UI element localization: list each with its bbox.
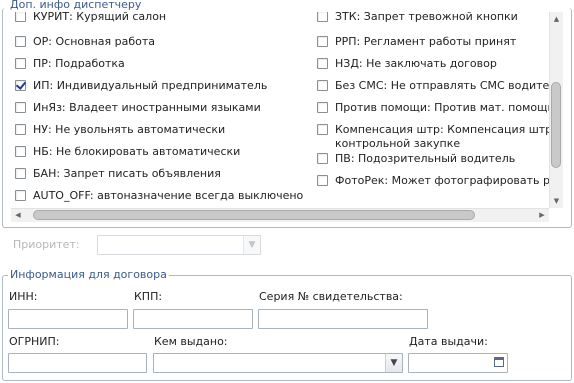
flag-label: НУ: Не увольнять автоматически — [33, 123, 226, 136]
flag-nu[interactable]: НУ: Не увольнять автоматически — [15, 123, 225, 137]
priority-select: ▼ — [97, 235, 261, 255]
flag-rrp[interactable]: РРП: Регламент работы принят — [317, 35, 516, 49]
flag-ban[interactable]: БАН: Запрет писать объявления — [15, 167, 221, 181]
scroll-right-icon[interactable]: ▶ — [535, 209, 549, 222]
issue-date-label: Дата выдачи: — [409, 335, 488, 348]
flag-label: Без СМС: Не отправлять СМС водите — [335, 79, 549, 92]
flag-label: РРП: Регламент работы принят — [335, 35, 517, 48]
checkbox[interactable] — [15, 102, 26, 113]
horizontal-scroll-thumb[interactable] — [33, 210, 475, 220]
checkbox[interactable] — [317, 58, 328, 69]
checkbox[interactable] — [317, 124, 328, 135]
flag-bez-sms[interactable]: Без СМС: Не отправлять СМС водите — [317, 79, 549, 93]
scroll-up-icon[interactable]: ▲ — [550, 12, 563, 26]
flag-label: ОР: Основная работа — [33, 35, 156, 48]
checkbox[interactable] — [15, 168, 26, 179]
flag-label: НЗД: Не заключать договор — [335, 57, 497, 70]
scroll-left-icon[interactable]: ◀ — [11, 209, 25, 222]
issue-date-input[interactable] — [408, 353, 508, 373]
checkbox[interactable] — [317, 36, 328, 47]
checkbox[interactable] — [317, 153, 328, 164]
calendar-icon[interactable] — [492, 355, 506, 371]
dispatcher-info-fieldset: Доп. инфо диспетчеру КУРИТ: Курящий сало… — [2, 0, 572, 228]
flag-pr[interactable]: ПР: Подработка — [15, 57, 125, 71]
flag-label: ПВ: Подозрительный водитель — [335, 152, 516, 165]
flag-ztk[interactable]: ЗТК: Запрет тревожной кнопки — [317, 12, 518, 24]
scroll-down-icon[interactable]: ▼ — [550, 194, 563, 208]
chevron-down-icon[interactable]: ▼ — [385, 354, 402, 372]
flag-label: НБ: Не блокировать автоматически — [33, 145, 241, 158]
vertical-scroll-thumb[interactable] — [551, 82, 561, 168]
flag-ip[interactable]: ИП: Индивидуальный предприниматель — [15, 79, 267, 93]
flag-kurit[interactable]: КУРИТ: Курящий салон — [15, 12, 166, 24]
flag-label: КУРИТ: Курящий салон — [33, 12, 167, 23]
flag-nzd[interactable]: НЗД: Не заключать договор — [317, 57, 497, 71]
flag-nb[interactable]: НБ: Не блокировать автоматически — [15, 145, 240, 159]
vertical-scrollbar[interactable]: ▲ ▼ — [549, 12, 563, 208]
flag-label: ПР: Подработка — [33, 57, 125, 70]
flag-protiv-pomoshchi[interactable]: Против помощи: Против мат. помощи — [317, 101, 549, 115]
flag-label: ИП: Индивидуальный предприниматель — [33, 79, 268, 92]
checkbox[interactable] — [15, 12, 26, 22]
priority-label: Приоритет: — [13, 238, 80, 251]
checkbox[interactable] — [15, 124, 26, 135]
inn-input[interactable] — [8, 309, 128, 329]
flag-label: Против помощи: Против мат. помощи — [335, 101, 549, 114]
flag-label: AUTO_OFF: автоназначение всегда выключен… — [33, 189, 304, 202]
checkbox[interactable] — [15, 146, 26, 157]
ogrnip-label: ОГРНИП: — [9, 335, 60, 348]
flag-label: ЗТК: Запрет тревожной кнопки — [335, 12, 518, 23]
certificate-label: Серия № свидетельства: — [259, 290, 403, 303]
checkbox[interactable] — [317, 102, 328, 113]
contract-info-legend: Информация для договора — [8, 268, 169, 282]
flag-label: БАН: Запрет писать объявления — [33, 167, 221, 180]
issued-by-label: Кем выдано: — [154, 335, 228, 348]
flag-fotorek[interactable]: ФотоРек: Может фотографировать ре — [317, 174, 549, 188]
chevron-down-icon: ▼ — [243, 236, 260, 254]
checkbox[interactable] — [15, 58, 26, 69]
ogrnip-input[interactable] — [8, 353, 147, 373]
inn-label: ИНН: — [9, 290, 38, 303]
horizontal-scrollbar[interactable]: ◀ ▶ — [11, 208, 549, 222]
flag-auto-off[interactable]: AUTO_OFF: автоназначение всегда выключен… — [15, 189, 303, 203]
issued-by-select[interactable]: ▼ — [153, 353, 403, 373]
flag-kompensatsiya[interactable]: Компенсация штр: Компенсация штра контро… — [317, 123, 549, 151]
checkbox[interactable] — [317, 175, 328, 186]
certificate-input[interactable] — [258, 309, 428, 329]
flag-or[interactable]: ОР: Основная работа — [15, 35, 155, 49]
checkbox[interactable] — [15, 190, 26, 201]
flag-pv[interactable]: ПВ: Подозрительный водитель — [317, 152, 515, 166]
check-icon[interactable] — [15, 80, 26, 91]
flag-inyaz[interactable]: ИнЯз: Владеет иностранными языками — [15, 101, 261, 115]
flag-label: ФотоРек: Может фотографировать ре — [335, 174, 549, 187]
checkbox[interactable] — [15, 36, 26, 47]
checkbox[interactable] — [317, 12, 328, 22]
flag-label: Компенсация штр: Компенсация штра контро… — [335, 123, 549, 150]
dispatcher-info-legend: Доп. инфо диспетчеру — [8, 0, 144, 12]
flags-list[interactable]: КУРИТ: Курящий салон ОР: Основная работа… — [11, 12, 549, 208]
checkbox[interactable] — [317, 80, 328, 91]
kpp-label: КПП: — [134, 290, 163, 303]
flag-label: ИнЯз: Владеет иностранными языками — [33, 101, 261, 114]
kpp-input[interactable] — [133, 309, 253, 329]
